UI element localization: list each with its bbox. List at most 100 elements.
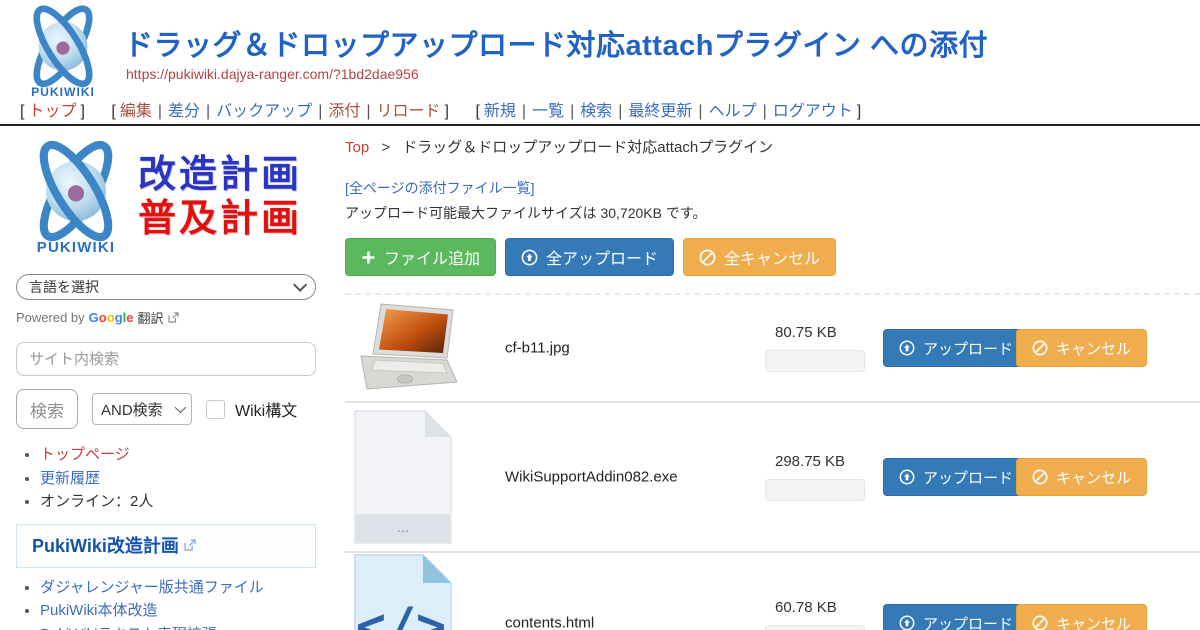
- file-name: WikiSupportAddin082.exe: [505, 469, 678, 486]
- html-file-icon: </>: [353, 553, 453, 630]
- cancel-button[interactable]: キャンセル: [1016, 458, 1147, 496]
- list-item: オンライン：2人: [40, 491, 330, 514]
- upload-circle-icon: [899, 340, 915, 356]
- upload-all-label: 全アップロード: [546, 245, 658, 269]
- search-input[interactable]: [16, 342, 316, 376]
- pukiwiki-attach-page: PUKIWIKI ドラッグ＆ドロップアップロード対応attachプラグイン への…: [0, 0, 1200, 630]
- svg-text:</>: </>: [356, 597, 446, 630]
- file-size-column: 80.75 KB: [765, 324, 877, 372]
- external-link-icon: [168, 312, 179, 323]
- sidebar-item-common-files[interactable]: ダジャレンジャー版共通ファイル: [40, 579, 264, 596]
- sidebar-item-update-history[interactable]: 更新履歴: [40, 470, 100, 487]
- sidebar-site-logo[interactable]: PUKIWIKI 改造計画 普及計画: [16, 136, 330, 260]
- upload-all-button[interactable]: 全アップロード: [505, 238, 674, 276]
- nav-list[interactable]: 一覧: [532, 103, 564, 120]
- ban-icon: [699, 249, 716, 266]
- translate-label[interactable]: 翻訳: [138, 308, 164, 327]
- separator: |: [570, 103, 574, 120]
- file-size: 60.78 KB: [775, 599, 877, 616]
- breadcrumb: Top > ドラッグ＆ドロップアップロード対応attachプラグイン: [345, 136, 1200, 157]
- external-link-icon: [184, 539, 196, 551]
- laptop-thumbnail: [353, 300, 465, 396]
- list-item: PukiWiki本体改造: [40, 600, 330, 623]
- nav-top[interactable]: トップ: [28, 103, 76, 120]
- atom-icon: PUKIWIKI: [16, 3, 110, 101]
- list-item: PukiWikiテキスト表現拡張: [40, 624, 330, 630]
- nav-diff[interactable]: 差分: [168, 103, 200, 120]
- file-size-column: 60.78 KB: [765, 599, 877, 630]
- upload-circle-icon: [899, 469, 915, 485]
- nav-search[interactable]: 検索: [580, 103, 612, 120]
- nav-logout[interactable]: ログアウト: [773, 103, 853, 120]
- sidebar-item-core-mod[interactable]: PukiWiki本体改造: [40, 602, 158, 619]
- sidebar: PUKIWIKI 改造計画 普及計画 言語を選択 Powered by Goog…: [16, 136, 330, 630]
- page-title: ドラッグ＆ドロップアップロード対応attachプラグイン への添付: [124, 22, 988, 64]
- separator: |: [763, 103, 767, 120]
- file-row: cf-b11.jpg 80.75 KB アップロード キャンセル: [345, 295, 1200, 401]
- generic-file-icon: ...: [353, 409, 453, 545]
- nav-help[interactable]: ヘルプ: [709, 103, 757, 120]
- ban-icon: [1032, 469, 1048, 485]
- all-attachments-link[interactable]: [全ページの添付ファイル一覧]: [345, 178, 1200, 198]
- cancel-button[interactable]: キャンセル: [1016, 604, 1147, 630]
- google-wordmark: Google: [89, 310, 134, 325]
- logo-wordmark: PUKIWIKI: [37, 239, 115, 256]
- wiki-syntax-checkbox[interactable]: [206, 400, 225, 419]
- upload-toolbar: ファイル追加 全アップロード 全キャンセル: [345, 238, 1200, 276]
- list-item: ダジャレンジャー版共通ファイル: [40, 577, 330, 600]
- search-button[interactable]: 検索: [16, 389, 78, 429]
- cancel-all-button[interactable]: 全キャンセル: [683, 238, 836, 276]
- max-upload-size-text: アップロード可能最大ファイルサイズは 30,720KB です。: [345, 203, 1200, 223]
- nav-recent[interactable]: 最終更新: [628, 103, 692, 120]
- nav-edit[interactable]: 編集: [120, 103, 152, 120]
- sidebar-item-top-page[interactable]: トップページ: [40, 446, 130, 463]
- section-title-label: PukiWiki改造計画: [32, 532, 179, 558]
- file-name: contents.html: [505, 615, 594, 630]
- separator: |: [206, 103, 210, 120]
- sidebar-quick-links: トップページ 更新履歴 オンライン：2人: [16, 444, 330, 514]
- upload-button[interactable]: アップロード: [883, 458, 1029, 496]
- slogan-line-1: 改造計画: [138, 154, 302, 198]
- cancel-all-label: 全キャンセル: [724, 245, 820, 269]
- progress-bar: [765, 350, 865, 372]
- bracket: ]: [857, 103, 861, 120]
- nav-backup[interactable]: バックアップ: [216, 103, 312, 120]
- main-content: Top > ドラッグ＆ドロップアップロード対応attachプラグイン [全ページ…: [345, 130, 1200, 630]
- nav-attach[interactable]: 添付: [328, 103, 360, 120]
- ban-icon: [1032, 615, 1048, 630]
- cancel-button[interactable]: キャンセル: [1016, 329, 1147, 367]
- upload-label: アップロード: [923, 338, 1013, 359]
- cancel-label: キャンセル: [1056, 467, 1131, 488]
- sidebar-item-text-ext[interactable]: PukiWikiテキスト表現拡張: [40, 626, 217, 630]
- upload-button[interactable]: アップロード: [883, 329, 1029, 367]
- progress-bar: [765, 479, 865, 501]
- language-select-value: 言語を選択: [29, 277, 99, 297]
- breadcrumb-home[interactable]: Top: [345, 139, 369, 156]
- pukiwiki-logo[interactable]: PUKIWIKI: [16, 3, 110, 99]
- search-controls: 検索 AND検索 Wiki構文: [16, 389, 330, 429]
- nav-new[interactable]: 新規: [484, 103, 516, 120]
- file-size: 80.75 KB: [775, 324, 877, 341]
- upload-button[interactable]: アップロード: [883, 604, 1029, 630]
- upload-circle-icon: [521, 249, 538, 266]
- file-row: ... WikiSupportAddin082.exe 298.75 KB アッ…: [345, 403, 1200, 551]
- search-mode-select[interactable]: AND検索: [92, 393, 192, 425]
- powered-by-label: Powered by: [16, 310, 85, 325]
- plus-icon: [361, 250, 376, 265]
- top-navigation: [トップ] [編集|差分|バックアップ|添付|リロード] [新規|一覧|検索|最…: [16, 97, 879, 121]
- breadcrumb-separator: >: [381, 139, 390, 156]
- separator: |: [318, 103, 322, 120]
- sidebar-section-title[interactable]: PukiWiki改造計画: [16, 524, 316, 568]
- site-slogan: 改造計画 普及計画: [138, 154, 302, 241]
- upload-circle-icon: [899, 615, 915, 630]
- language-select[interactable]: 言語を選択: [16, 274, 316, 300]
- bracket: ]: [80, 103, 84, 120]
- separator: |: [522, 103, 526, 120]
- cancel-label: キャンセル: [1056, 613, 1131, 630]
- bracket: [: [475, 103, 479, 120]
- upload-label: アップロード: [923, 467, 1013, 488]
- add-file-button[interactable]: ファイル追加: [345, 238, 496, 276]
- separator: |: [366, 103, 370, 120]
- search-mode-value: AND検索: [101, 399, 163, 420]
- nav-reload[interactable]: リロード: [377, 103, 441, 120]
